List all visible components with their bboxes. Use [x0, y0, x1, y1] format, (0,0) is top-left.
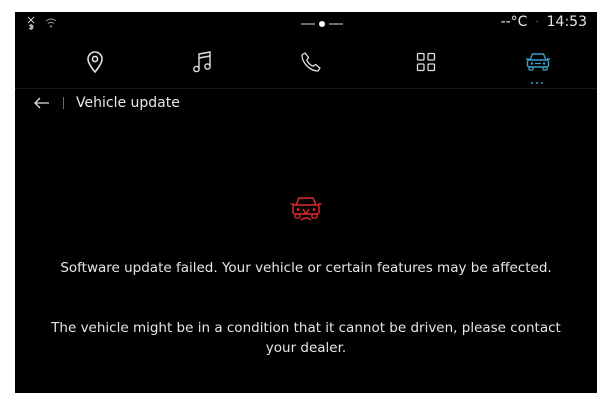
main-nav-bar	[15, 42, 597, 86]
page-header: Vehicle update	[31, 92, 180, 114]
clock: 14:53	[546, 14, 587, 30]
contact-dealer-message: The vehicle might be in a condition that…	[51, 320, 561, 356]
location-pin-icon	[85, 50, 105, 78]
temperature-readout: --°C	[500, 14, 528, 30]
car-icon	[525, 51, 551, 77]
car-warning-icon	[289, 194, 323, 224]
phone-icon	[300, 51, 322, 77]
active-tab-indicator	[531, 82, 545, 84]
status-left-icons	[27, 16, 57, 30]
nav-apps[interactable]	[408, 46, 444, 82]
nav-divider	[15, 88, 597, 89]
bluetooth-off-icon	[27, 16, 35, 30]
header-separator	[63, 97, 64, 109]
wifi-icon	[45, 18, 57, 28]
status-right: --°C · 14:53	[501, 14, 587, 30]
nav-navigation[interactable]	[77, 46, 113, 82]
status-bar: --°C · 14:53	[15, 12, 597, 34]
back-button[interactable]	[31, 92, 53, 114]
apps-grid-icon	[416, 52, 436, 76]
nav-media[interactable]	[185, 46, 221, 82]
page-indicator[interactable]	[299, 15, 345, 33]
status-separator: ·	[535, 16, 539, 28]
music-note-icon	[192, 50, 214, 78]
nav-vehicle[interactable]	[520, 46, 556, 82]
back-arrow-icon	[34, 94, 50, 113]
infotainment-screen: --°C · 14:53 Vehicle update Software upd…	[15, 12, 597, 393]
page-title: Vehicle update	[76, 95, 180, 111]
nav-phone[interactable]	[293, 46, 329, 82]
update-failed-message: Software update failed. Your vehicle or …	[60, 260, 552, 276]
